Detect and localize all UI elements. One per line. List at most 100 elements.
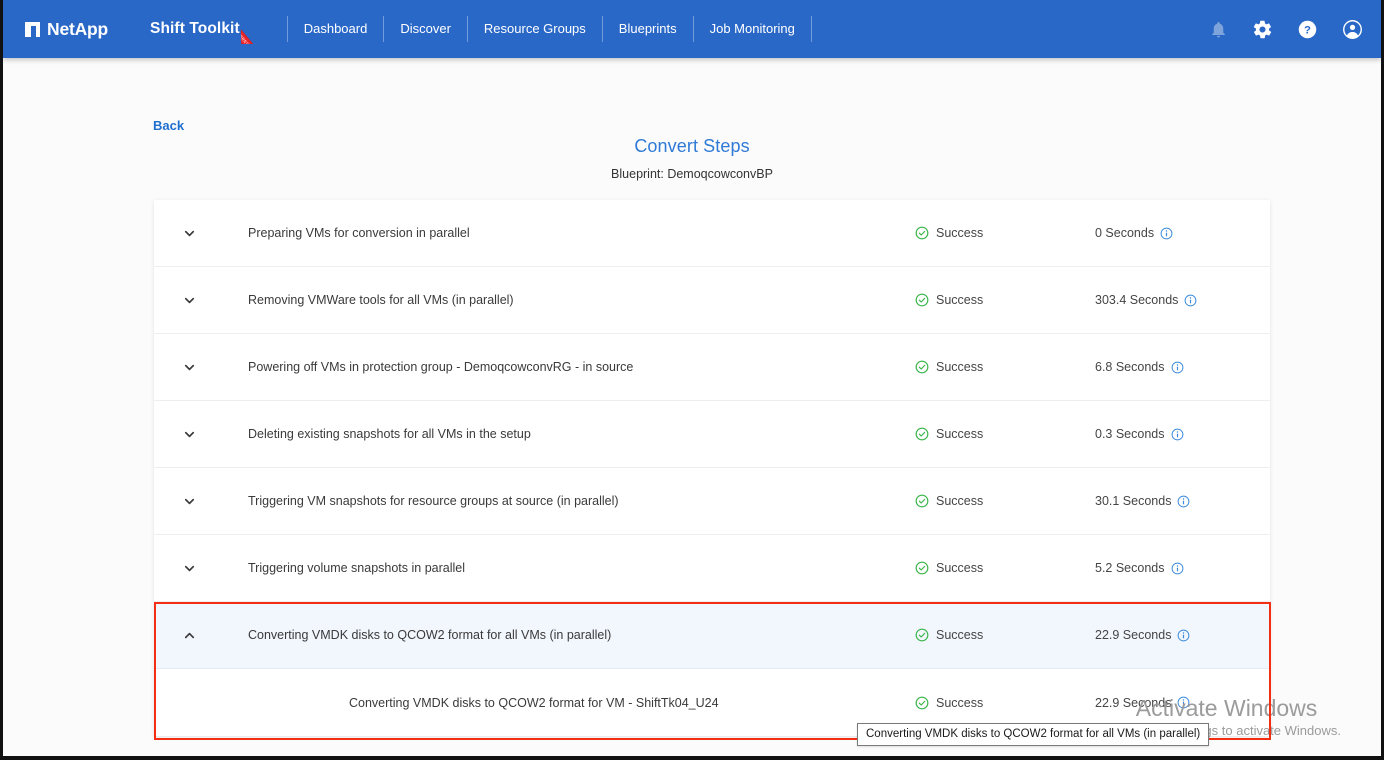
page-title: Convert Steps — [634, 136, 750, 156]
status-label: Success — [936, 293, 984, 307]
chevron-down-icon[interactable] — [154, 561, 224, 576]
netapp-logo-icon — [25, 21, 40, 37]
status-label: Success — [936, 494, 984, 508]
svg-text:?: ? — [1304, 24, 1311, 36]
page-content: Back Convert Steps Blueprint: Demoqcowco… — [3, 58, 1381, 756]
status-badge: Success — [915, 561, 1095, 575]
duration-label: 0.3 Seconds — [1095, 427, 1165, 441]
info-icon[interactable] — [1177, 629, 1190, 642]
success-check-icon — [915, 494, 929, 508]
info-icon[interactable] — [1177, 696, 1190, 709]
bell-icon[interactable] — [1209, 20, 1228, 39]
status-label: Success — [936, 561, 984, 575]
status-badge: Success — [915, 494, 1095, 508]
step-label: Triggering VM snapshots for resource gro… — [248, 494, 619, 508]
success-check-icon — [915, 293, 929, 307]
step-row[interactable]: Triggering VM snapshots for resource gro… — [154, 468, 1270, 535]
success-check-icon — [915, 226, 929, 240]
status-badge: Success — [915, 628, 1095, 642]
app-title: Shift Toolkit — [150, 20, 240, 37]
preview-ribbon-label: PREVIEW — [240, 33, 256, 44]
nav-divider — [383, 16, 385, 42]
success-check-icon — [915, 360, 929, 374]
nav-divider — [601, 16, 603, 42]
status-label: Success — [936, 695, 984, 710]
duration-label: 22.9 Seconds — [1095, 628, 1172, 642]
duration-label: 303.4 Seconds — [1095, 293, 1179, 307]
status-badge: Success — [915, 293, 1095, 307]
step-label: Deleting existing snapshots for all VMs … — [248, 427, 531, 441]
app-title-group: Shift Toolkit PREVIEW — [150, 14, 271, 44]
step-label: Powering off VMs in protection group - D… — [248, 360, 634, 374]
step-label: Removing VMWare tools for all VMs (in pa… — [248, 293, 514, 307]
chevron-up-icon[interactable] — [154, 628, 224, 643]
nav-divider — [286, 16, 288, 42]
header-icon-group: ? — [1209, 19, 1363, 40]
main-nav: Dashboard Discover Resource Groups Bluep… — [286, 16, 812, 42]
info-icon[interactable] — [1177, 495, 1190, 508]
duration-cell: 22.9 Seconds — [1095, 628, 1270, 642]
blueprint-subtitle: Blueprint: DemoqcowconvBP — [611, 167, 773, 181]
step-row[interactable]: Triggering volume snapshots in parallel S… — [154, 535, 1270, 602]
info-icon[interactable] — [1171, 428, 1184, 441]
step-tooltip: Converting VMDK disks to QCOW2 format fo… — [857, 723, 1210, 746]
status-badge: Success — [915, 226, 1095, 240]
nav-item-resource-groups[interactable]: Resource Groups — [468, 16, 602, 42]
success-check-icon — [915, 427, 929, 441]
duration-cell: 22.9 Seconds — [1095, 696, 1270, 710]
nav-item-blueprints[interactable]: Blueprints — [603, 16, 693, 42]
gear-icon[interactable] — [1252, 19, 1273, 40]
help-icon[interactable]: ? — [1297, 19, 1318, 40]
success-check-icon — [915, 561, 929, 575]
duration-label: 6.8 Seconds — [1095, 360, 1165, 374]
info-icon[interactable] — [1171, 562, 1184, 575]
status-label: Success — [936, 427, 984, 441]
nav-divider — [692, 16, 694, 42]
nav-divider — [810, 16, 812, 42]
duration-label: 30.1 Seconds — [1095, 494, 1172, 508]
status-label: Success — [936, 628, 984, 642]
duration-cell: 5.2 Seconds — [1095, 561, 1270, 575]
account-icon[interactable] — [1342, 19, 1363, 40]
duration-cell: 303.4 Seconds — [1095, 293, 1270, 307]
status-label: Success — [936, 360, 984, 374]
chevron-down-icon[interactable] — [154, 360, 224, 375]
status-badge: Success — [915, 427, 1095, 441]
netapp-logo[interactable]: NetApp — [25, 19, 108, 40]
page-header: Convert Steps Blueprint: DemoqcowconvBP — [3, 136, 1381, 181]
nav-divider — [466, 16, 468, 42]
duration-cell: 0 Seconds — [1095, 226, 1270, 240]
nav-item-job-monitoring[interactable]: Job Monitoring — [694, 16, 811, 42]
brand-name: NetApp — [47, 18, 109, 39]
duration-cell: 6.8 Seconds — [1095, 360, 1270, 374]
step-label: Preparing VMs for conversion in parallel — [248, 226, 470, 240]
info-icon[interactable] — [1184, 294, 1197, 307]
info-icon[interactable] — [1171, 361, 1184, 374]
step-row[interactable]: Converting VMDK disks to QCOW2 format fo… — [154, 602, 1270, 669]
nav-item-dashboard[interactable]: Dashboard — [288, 16, 384, 42]
chevron-down-icon[interactable] — [154, 293, 224, 308]
chevron-down-icon[interactable] — [154, 226, 224, 241]
back-link[interactable]: Back — [153, 118, 184, 133]
convert-steps-list: Preparing VMs for conversion in parallel… — [154, 200, 1270, 736]
step-row[interactable]: Preparing VMs for conversion in parallel… — [154, 200, 1270, 267]
status-badge: Success — [915, 696, 1095, 710]
status-label: Success — [936, 226, 984, 240]
status-badge: Success — [915, 360, 1095, 374]
step-label: Triggering volume snapshots in parallel — [248, 561, 466, 575]
nav-item-discover[interactable]: Discover — [384, 16, 467, 42]
chevron-down-icon[interactable] — [154, 494, 224, 509]
duration-label: 0 Seconds — [1095, 226, 1155, 240]
step-row[interactable]: Powering off VMs in protection group - D… — [154, 334, 1270, 401]
chevron-down-icon[interactable] — [154, 427, 224, 442]
success-check-icon — [915, 628, 929, 642]
step-row[interactable]: Deleting existing snapshots for all VMs … — [154, 401, 1270, 468]
top-navigation-bar: NetApp Shift Toolkit PREVIEW Dashboard D… — [3, 0, 1381, 58]
step-row[interactable]: Removing VMWare tools for all VMs (in pa… — [154, 267, 1270, 334]
preview-ribbon-icon: PREVIEW — [240, 14, 271, 44]
info-icon[interactable] — [1160, 227, 1173, 240]
duration-cell: 30.1 Seconds — [1095, 494, 1270, 508]
sub-step-label: Converting VMDK disks to QCOW2 format fo… — [349, 695, 719, 710]
duration-cell: 0.3 Seconds — [1095, 427, 1270, 441]
duration-label: 22.9 Seconds — [1095, 695, 1172, 710]
